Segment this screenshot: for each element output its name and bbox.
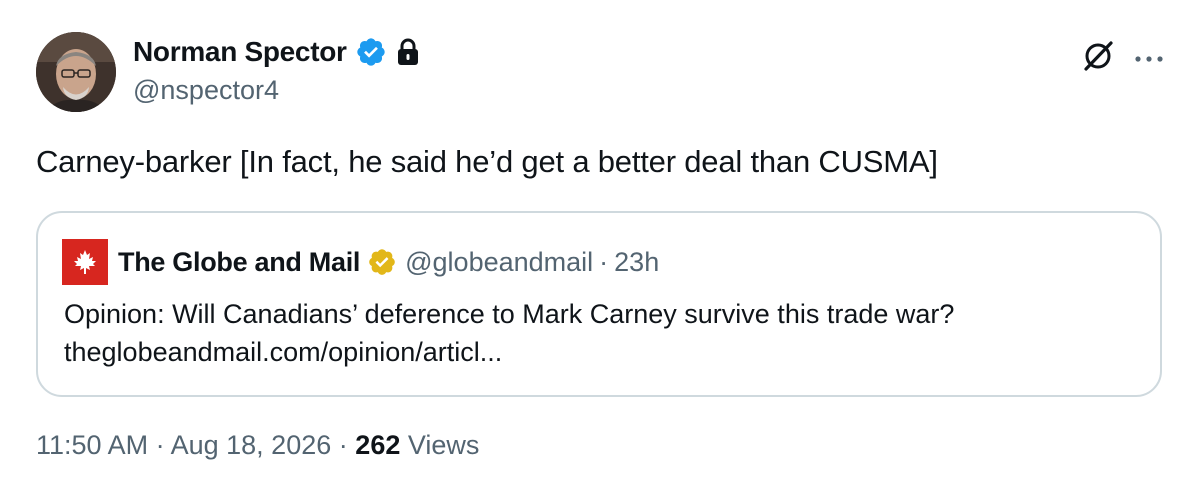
quoted-text: Opinion: Will Canadians’ deference to Ma… [64, 299, 955, 329]
quoted-author-name: The Globe and Mail [118, 246, 361, 277]
author-block: Norman Spector @nspector4 [133, 32, 420, 106]
quoted-tweet[interactable]: The Globe and Mail @globeandmail · 23h O… [36, 211, 1162, 397]
meta-separator: · [338, 430, 348, 460]
grok-icon[interactable] [1080, 38, 1116, 74]
avatar[interactable] [36, 32, 116, 112]
quoted-link[interactable]: theglobeandmail.com/opinion/articl... [64, 333, 954, 371]
top-actions [1080, 38, 1164, 74]
tweet-meta: 11:50 AM · Aug 18, 2026 · 262 Views [36, 430, 479, 461]
author-name-row: Norman Spector [133, 32, 420, 72]
tweet-date[interactable]: Aug 18, 2026 [171, 430, 332, 460]
quoted-time[interactable]: 23h [614, 247, 659, 278]
avatar-image [36, 32, 116, 112]
author-handle[interactable]: @nspector4 [133, 75, 420, 106]
lock-icon [396, 38, 420, 66]
views-count: 262 [355, 430, 401, 460]
more-icon[interactable] [1134, 46, 1164, 66]
quoted-tweet-header: The Globe and Mail @globeandmail · 23h [62, 239, 659, 285]
quoted-tweet-body: Opinion: Will Canadians’ deference to Ma… [64, 295, 954, 371]
quoted-separator: · [599, 246, 609, 277]
views-label: Views [407, 430, 480, 460]
maple-leaf-icon[interactable] [62, 239, 108, 285]
tweet-text: Carney-barker [In fact, he said he’d get… [36, 144, 938, 179]
tweet-time[interactable]: 11:50 AM [36, 430, 148, 460]
gold-verified-badge-icon[interactable] [367, 247, 397, 277]
meta-separator: · [155, 430, 165, 460]
verified-badge-icon[interactable] [355, 36, 387, 68]
quoted-author-handle: @globeandmail [405, 246, 594, 277]
author-name[interactable]: Norman Spector [133, 36, 347, 68]
